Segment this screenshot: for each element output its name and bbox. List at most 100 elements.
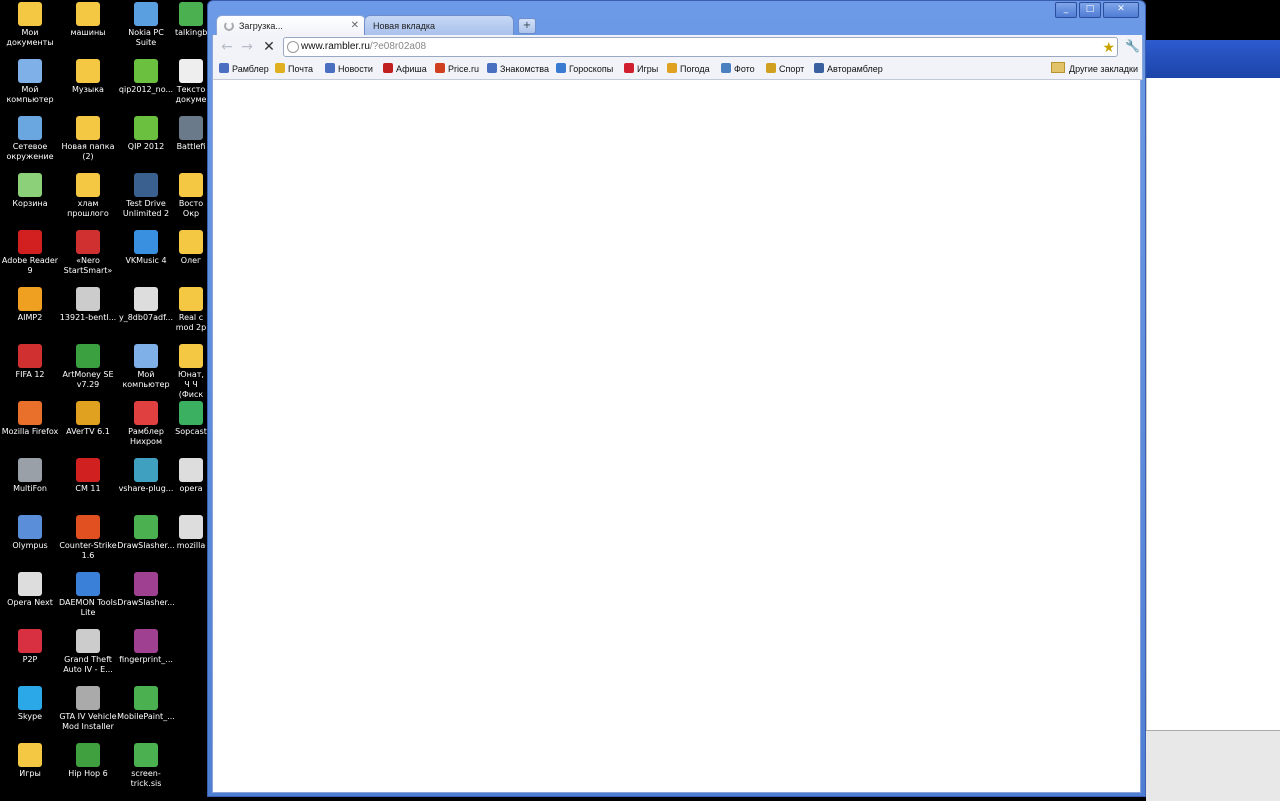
folder-icon — [76, 59, 100, 83]
desktop-icon[interactable]: Олег — [175, 228, 207, 285]
desktop-icon[interactable]: «Nero StartSmart» — [59, 228, 117, 285]
desktop-icon[interactable]: AIMP2 — [1, 285, 59, 342]
wrench-menu-icon[interactable]: 🔧 — [1125, 39, 1140, 53]
desktop-icon[interactable]: Мои документы — [1, 0, 59, 57]
desktop-icon[interactable]: Восто Окр — [175, 171, 207, 228]
sis-icon — [134, 743, 158, 767]
desktop-icon[interactable]: Корзина — [1, 171, 59, 228]
desktop-icon[interactable]: Battlefi — [175, 114, 207, 171]
tab-new[interactable]: Новая вкладка — [364, 15, 514, 35]
desktop-icon[interactable]: mozilla — [175, 513, 207, 570]
desktop-icon[interactable]: VKMusic 4 — [117, 228, 175, 285]
maximize-button[interactable]: □ — [1079, 2, 1101, 18]
desktop-icon[interactable]: P2P — [1, 627, 59, 684]
nokia-icon — [134, 2, 158, 26]
desktop-icon[interactable]: Nokia PC Suite — [117, 0, 175, 57]
desktop-icon[interactable]: Рамблер Нихром — [117, 399, 175, 456]
desktop-icon[interactable]: fingerprint_... — [117, 627, 175, 684]
browser-window: Загрузка... ✕ Новая вкладка + _ □ ✕ ← → … — [207, 0, 1146, 797]
bookmark-item[interactable]: Игры — [624, 59, 658, 79]
desktop-icon[interactable]: FIFA 12 — [1, 342, 59, 399]
bookmark-item[interactable]: Почта — [275, 59, 313, 79]
desktop-icon[interactable]: Skype — [1, 684, 59, 741]
desktop-icon[interactable]: Test Drive Unlimited 2 — [117, 171, 175, 228]
desktop-icon[interactable]: Sopcast — [175, 399, 207, 456]
desktop-icon[interactable]: DrawSlasher... — [117, 513, 175, 570]
desktop-icon[interactable]: MultiFon — [1, 456, 59, 513]
bookmark-item[interactable]: Спорт — [766, 59, 804, 79]
bookmark-star-icon[interactable]: ★ — [1102, 38, 1115, 56]
bookmark-item[interactable]: Афиша — [383, 59, 427, 79]
desktop-icon[interactable]: DrawSlasher... — [117, 570, 175, 627]
folder-icon — [179, 173, 203, 197]
tools-icon — [76, 686, 100, 710]
desktop-icon-label: mozilla — [176, 541, 206, 550]
tab-close-icon[interactable]: ✕ — [351, 16, 359, 36]
desktop-icon-label: Nokia PC Suite — [128, 28, 164, 47]
bookmark-item[interactable]: Новости — [325, 59, 373, 79]
bookmark-item[interactable]: Авторамблер — [814, 59, 883, 79]
sis-icon — [134, 686, 158, 710]
desktop-icon[interactable]: Игры — [1, 741, 59, 798]
close-window-button[interactable]: ✕ — [1103, 2, 1139, 18]
bookmark-item[interactable]: Фото — [721, 59, 755, 79]
desktop-icon[interactable]: машины — [59, 0, 117, 57]
desktop-icon-label: DrawSlasher... — [117, 598, 175, 607]
bookmark-item[interactable]: Гороскопы — [556, 59, 613, 79]
desktop-icon[interactable]: 13921-bentl... — [59, 285, 117, 342]
desktop-icon[interactable]: DAEMON Tools Lite — [59, 570, 117, 627]
bookmark-item[interactable]: Погода — [667, 59, 710, 79]
fifa-icon — [18, 344, 42, 368]
desktop-icon-label: Мой компьютер — [6, 85, 54, 104]
desktop-icon[interactable]: Мой компьютер — [1, 57, 59, 114]
desktop-icon[interactable]: хлам прошлого — [59, 171, 117, 228]
desktop-icon[interactable]: vshare-plug... — [117, 456, 175, 513]
bookmark-label: Рамблер — [232, 64, 269, 74]
bookmark-item[interactable]: Price.ru — [435, 59, 479, 79]
desktop-icon[interactable]: Юнат, Ч Ч (Фиск — [175, 342, 207, 399]
desktop-icon[interactable]: Сетевое окружение — [1, 114, 59, 171]
desktop-icon[interactable]: screen-trick.sis — [117, 741, 175, 798]
desktop-icon[interactable]: Mozilla Firefox — [1, 399, 59, 456]
desktop-icon[interactable]: Тексто докуме — [175, 57, 207, 114]
file-icon — [179, 515, 203, 539]
desktop-icon[interactable]: opera — [175, 456, 207, 513]
desktop-icon[interactable]: qip2012_no... — [117, 57, 175, 114]
desktop-icon[interactable]: ArtMoney SE v7.29 — [59, 342, 117, 399]
desktop-icon[interactable]: MobilePaint_... — [117, 684, 175, 741]
desktop-icon[interactable]: GTA IV Vehicle Mod Installer — [59, 684, 117, 741]
desktop-icon[interactable]: Opera Next — [1, 570, 59, 627]
desktop-icon[interactable]: y_8db07adf... — [117, 285, 175, 342]
desktop-icon[interactable]: Новая папка (2) — [59, 114, 117, 171]
desktop-icon[interactable]: Counter-Strike 1.6 — [59, 513, 117, 570]
other-bookmarks[interactable]: Другие закладки — [1051, 59, 1138, 79]
desktop-icon[interactable]: Olympus — [1, 513, 59, 570]
desktop-icon-label: Сетевое окружение — [6, 142, 54, 161]
tab-loading[interactable]: Загрузка... ✕ — [216, 15, 366, 35]
folder-icon — [76, 116, 100, 140]
desktop-icon[interactable]: Музыка — [59, 57, 117, 114]
desktop-icon[interactable]: talkingb — [175, 0, 207, 57]
back-arrow-icon[interactable]: ← — [219, 39, 235, 55]
sis-icon — [179, 2, 203, 26]
desktop-icon[interactable]: AVerTV 6.1 — [59, 399, 117, 456]
stop-loading-icon[interactable]: ✕ — [261, 39, 277, 55]
background-window-top — [1146, 0, 1280, 40]
background-window-titlebar[interactable] — [1146, 40, 1280, 78]
address-bar[interactable]: www.rambler.ru/?e08r02a08 ★ — [283, 37, 1118, 57]
minimize-button[interactable]: _ — [1055, 2, 1077, 18]
desktop-icon[interactable]: CM 11 — [59, 456, 117, 513]
desktop-icon[interactable]: Grand Theft Auto IV - E... — [59, 627, 117, 684]
desktop-icon[interactable]: Hip Hop 6 — [59, 741, 117, 798]
desktop-icon[interactable]: Real c mod 2p — [175, 285, 207, 342]
forward-arrow-icon[interactable]: → — [239, 39, 255, 55]
artmoney-icon — [76, 344, 100, 368]
new-tab-button[interactable]: + — [518, 18, 536, 34]
desktop-icon-label: Adobe Reader 9 — [1, 256, 59, 275]
desktop-icon[interactable]: Adobe Reader 9 — [1, 228, 59, 285]
desktop-icon[interactable]: Мой компьютер — [117, 342, 175, 399]
page-content[interactable] — [212, 80, 1141, 793]
bookmark-item[interactable]: Рамблер — [219, 59, 269, 79]
desktop-icon[interactable]: QIP 2012 — [117, 114, 175, 171]
bookmark-item[interactable]: Знакомства — [487, 59, 549, 79]
